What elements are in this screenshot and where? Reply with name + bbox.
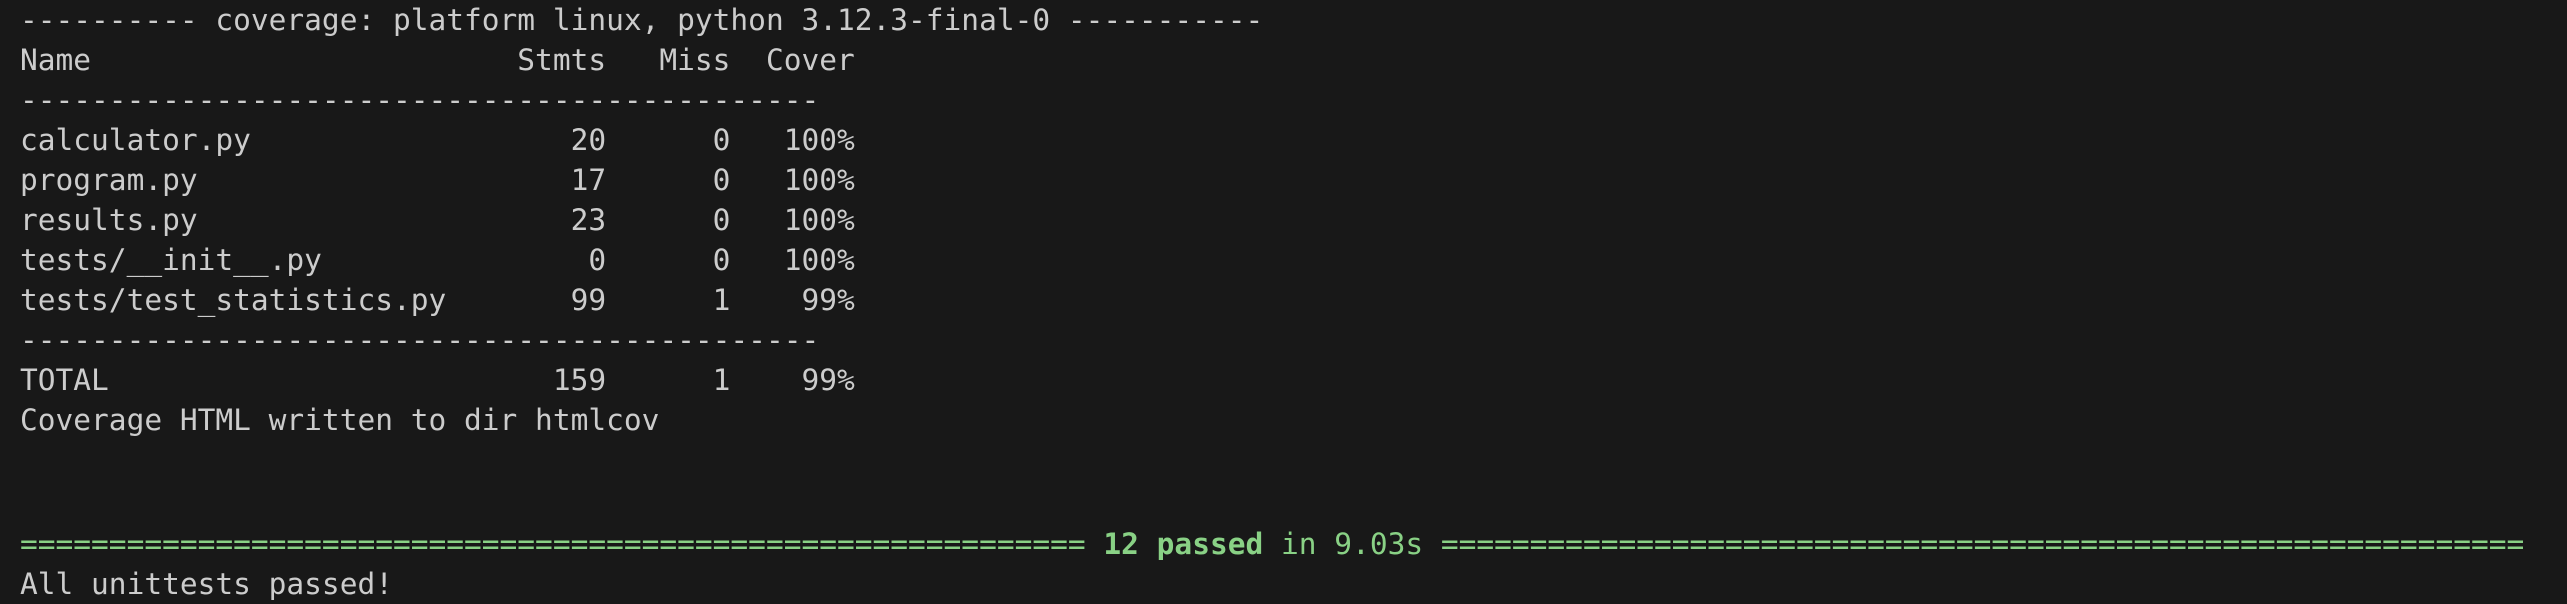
passed-count: 12 passed xyxy=(1103,527,1264,561)
total-row: TOTAL 159 1 99% xyxy=(20,363,855,397)
table-row: program.py 17 0 100% xyxy=(20,163,855,197)
final-message: All unittests passed! xyxy=(20,567,393,601)
table-separator-top: ----------------------------------------… xyxy=(20,83,820,117)
table-row: tests/test_statistics.py 99 1 99% xyxy=(20,283,855,317)
coverage-table-header: Name Stmts Miss Cover xyxy=(20,43,855,77)
summary-left-rule: ========================================… xyxy=(20,527,1104,561)
table-separator-bottom: ----------------------------------------… xyxy=(20,323,820,357)
table-row: results.py 23 0 100% xyxy=(20,203,855,237)
table-row: tests/__init__.py 0 0 100% xyxy=(20,243,855,277)
summary-right-rule: ========================================… xyxy=(1440,527,2525,561)
duration-text: in 9.03s xyxy=(1263,527,1441,561)
table-row: calculator.py 20 0 100% xyxy=(20,123,855,157)
test-summary-line: ========================================… xyxy=(20,524,2524,564)
terminal-output[interactable]: ---------- coverage: platform linux, pyt… xyxy=(20,0,2550,601)
coverage-html-message: Coverage HTML written to dir htmlcov xyxy=(20,403,660,437)
coverage-header-line: ---------- coverage: platform linux, pyt… xyxy=(20,3,1264,37)
